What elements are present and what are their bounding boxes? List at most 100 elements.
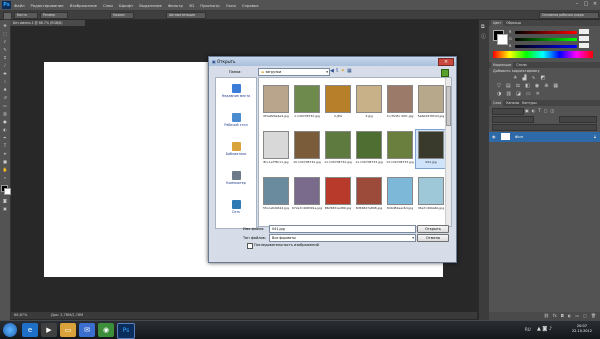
- filename-input[interactable]: 041.jpg: [269, 225, 416, 233]
- color-ramp[interactable]: [493, 51, 593, 58]
- new-layer-icon[interactable]: ▢: [583, 312, 587, 320]
- system-clock[interactable]: 20:07 22.10.2012: [572, 324, 592, 334]
- maximize-icon[interactable]: □: [583, 1, 589, 7]
- file-thumbnail[interactable]: 11.130708732.jpg: [323, 130, 353, 168]
- lasso-tool-icon[interactable]: ℓ: [2, 39, 8, 44]
- text-filter-icon[interactable]: T: [538, 108, 540, 113]
- blend-mode-select[interactable]: [492, 116, 534, 123]
- dodge-tool-icon[interactable]: ◐: [2, 127, 8, 132]
- file-list[interactable]: 0f1e829e4e4.jpg 1.130708732.jpg 2.JPG 3.jpg…: [258, 77, 452, 227]
- red-slider[interactable]: [515, 31, 577, 34]
- folder-select[interactable]: ▬ загрузки ▾: [258, 68, 330, 76]
- file-thumbnail[interactable]: 10.130708732.jpg: [292, 130, 322, 168]
- preview-toggle-icon[interactable]: [441, 69, 449, 77]
- file-thumbnail[interactable]: 041.jpg: [415, 129, 447, 169]
- place-item[interactable]: Рабочий стол: [216, 111, 256, 133]
- shape-tool-icon[interactable]: ■: [2, 159, 8, 164]
- file-thumbnail[interactable]: 8f+1e7f8c11.jpg: [261, 130, 291, 168]
- smart-filter-icon[interactable]: ◫: [551, 108, 555, 113]
- file-thumbnail[interactable]: 8d56827a898.jpg: [354, 176, 384, 214]
- link-icon[interactable]: ⛓: [544, 312, 549, 320]
- clone-stamp-icon[interactable]: ♣: [2, 87, 8, 92]
- document-tab[interactable]: Без имени-1 @ 66.7% (RGB/8): [10, 20, 85, 26]
- place-item[interactable]: Компьютер: [216, 169, 256, 191]
- file-thumbnail[interactable]: 3.c3545c 90fc.jpg: [385, 84, 415, 122]
- place-item[interactable]: Библиотеки: [216, 140, 256, 162]
- vibrance-icon[interactable]: ▽: [497, 83, 501, 89]
- color-bg-swatch[interactable]: [497, 34, 508, 45]
- menu-item[interactable]: Редактирование: [31, 3, 64, 8]
- file-thumbnail[interactable]: 86d5831ed89.jpg: [323, 176, 353, 214]
- quick-mask-icon[interactable]: ◙: [2, 198, 8, 203]
- gradient-map-icon[interactable]: ▭: [526, 91, 531, 97]
- place-item[interactable]: Недавние места: [216, 82, 256, 104]
- explorer-icon[interactable]: ▭: [60, 323, 76, 337]
- view-menu-icon[interactable]: ▦: [347, 68, 352, 75]
- history-icon[interactable]: ⧉: [481, 24, 487, 30]
- green-slider[interactable]: [515, 38, 577, 41]
- open-button[interactable]: Открыть: [417, 225, 449, 233]
- tab-color[interactable]: Цвет: [491, 20, 504, 26]
- menu-item[interactable]: Изображение: [70, 3, 97, 8]
- levels-icon[interactable]: ▟: [522, 75, 526, 81]
- file-thumbnail[interactable]: 1.130708732.jpg: [292, 84, 322, 122]
- new-folder-icon[interactable]: ✦: [341, 68, 345, 75]
- menu-item[interactable]: 3D: [189, 3, 194, 8]
- opacity-field[interactable]: Нажим: [110, 12, 134, 19]
- crop-tool-icon[interactable]: ⌗: [2, 55, 8, 60]
- file-thumbnail[interactable]: 13.130708733.jpg: [385, 130, 415, 168]
- cancel-button[interactable]: Отмена: [417, 234, 449, 242]
- language-indicator[interactable]: RU: [525, 327, 531, 332]
- lookup-icon[interactable]: ▦: [553, 83, 558, 89]
- hand-tool-icon[interactable]: ✋: [2, 167, 8, 172]
- pixel-filter-icon[interactable]: ▣: [525, 108, 529, 113]
- invert-icon[interactable]: ◑: [497, 91, 501, 97]
- file-thumbnail[interactable]: 11.130708733.jpg: [354, 130, 384, 168]
- ie-icon[interactable]: e: [22, 323, 38, 337]
- mask-icon[interactable]: ◘: [561, 312, 564, 320]
- close-icon[interactable]: ×: [592, 1, 598, 7]
- file-thumbnail[interactable]: 3.jpg: [354, 84, 384, 122]
- eraser-tool-icon[interactable]: ▭: [2, 103, 8, 108]
- brightness-icon[interactable]: ☀: [513, 75, 517, 81]
- file-thumbnail[interactable]: 8d4d82eac6d.jpg: [385, 176, 415, 214]
- menu-item[interactable]: Окно: [226, 3, 236, 8]
- place-item[interactable]: Сеть: [216, 198, 256, 220]
- balance-icon[interactable]: ⚖: [516, 83, 520, 89]
- auto-field[interactable]: Автоматизация: [166, 12, 206, 19]
- exposure-icon[interactable]: ◩: [541, 75, 546, 81]
- gradient-tool-icon[interactable]: ▥: [2, 111, 8, 116]
- tab-channels[interactable]: Каналы: [506, 100, 519, 106]
- blue-value[interactable]: [579, 43, 589, 48]
- tab-adjustments[interactable]: Коррекция: [491, 62, 514, 68]
- tab-swatches[interactable]: Образцы: [506, 20, 521, 26]
- quick-select-icon[interactable]: ✎: [2, 47, 8, 52]
- menu-item[interactable]: Просмотр: [200, 3, 220, 8]
- blue-slider[interactable]: [515, 45, 577, 48]
- red-value[interactable]: [579, 29, 589, 34]
- media-player-icon[interactable]: ▶: [41, 323, 57, 337]
- tab-styles[interactable]: Стили: [516, 62, 526, 68]
- vertical-scrollbar[interactable]: [445, 78, 451, 226]
- green-value[interactable]: [579, 36, 589, 41]
- properties-icon[interactable]: ⓘ: [481, 34, 487, 40]
- type-tool-icon[interactable]: T: [2, 143, 8, 148]
- adjust-filter-icon[interactable]: ◐: [532, 108, 536, 113]
- menu-item[interactable]: Фильтр: [168, 3, 183, 8]
- path-select-icon[interactable]: ➤: [2, 151, 8, 156]
- hue-icon[interactable]: ▤: [506, 83, 511, 89]
- shape-filter-icon[interactable]: ▢: [544, 108, 548, 113]
- minimize-icon[interactable]: –: [574, 1, 580, 7]
- tool-preset-icon[interactable]: [3, 12, 12, 20]
- brush-tool-icon[interactable]: ⌇: [2, 79, 8, 84]
- scroll-thumb[interactable]: [446, 86, 451, 126]
- file-thumbnail[interactable]: 36e7c499e6b.jpg: [416, 176, 446, 214]
- mode-field[interactable]: Кисть: [14, 12, 38, 19]
- zoom-readout[interactable]: 66,67%: [14, 312, 27, 319]
- selective-color-icon[interactable]: ✕: [536, 91, 540, 97]
- outlook-icon[interactable]: ✉: [79, 323, 95, 337]
- opacity-select[interactable]: [559, 116, 597, 123]
- filetype-select[interactable]: Все форматы ▾: [269, 234, 416, 242]
- chrome-icon[interactable]: ◉: [98, 323, 114, 337]
- file-thumbnail[interactable]: 672e7c498391e.jpg: [292, 176, 322, 214]
